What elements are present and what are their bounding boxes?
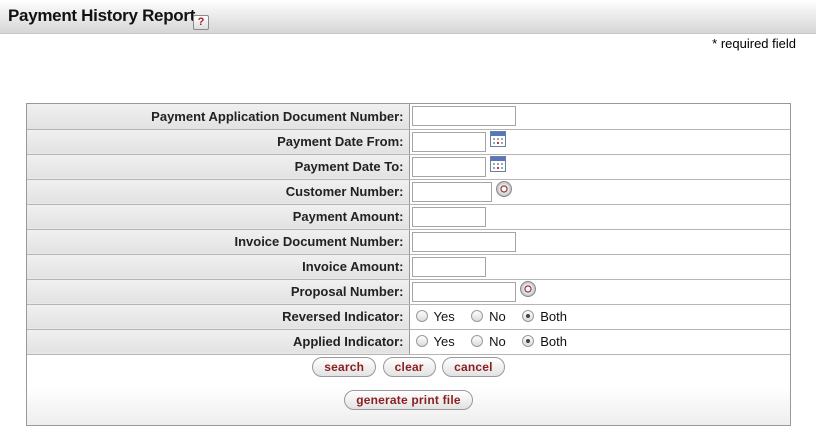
radio-label: Yes [433,308,455,324]
search-icon[interactable] [495,180,512,197]
invoice-document-number-input[interactable] [411,231,516,252]
search-button[interactable]: search [312,356,377,377]
radio-label: No [489,308,506,324]
applied-no-radio[interactable] [471,335,484,348]
radio-label: Both [540,333,567,349]
row-payment-date-to: Payment Date To: [27,154,790,180]
field-label: Invoice Document Number: [27,229,410,255]
field-label: Payment Application Document Number: [27,104,410,130]
radio-label: Both [540,308,567,324]
criteria-table: Payment Application Document Number: Pay… [27,104,790,355]
button-bar: search clear cancel generate print file [27,354,790,425]
field-label: Invoice Amount: [27,254,410,280]
reversed-yes-radio[interactable] [415,310,428,323]
search-icon[interactable] [519,280,536,297]
field-label: Payment Date To: [27,154,410,180]
lookup-criteria-panel: Payment Application Document Number: Pay… [26,103,791,426]
calendar-icon[interactable] [489,130,506,147]
page-title: Payment History Report [8,6,196,25]
row-reversed-indicator: Reversed Indicator: Yes No Both [27,304,790,330]
title-bar: Payment History Report ? [0,0,816,34]
required-field-note: * required field [712,36,796,51]
reversed-no-radio[interactable] [471,310,484,323]
row-payment-date-from: Payment Date From: [27,129,790,155]
clear-button[interactable]: clear [382,356,436,377]
applied-yes-radio[interactable] [415,335,428,348]
reversed-both-radio[interactable] [522,310,535,323]
payment-date-to-input[interactable] [411,156,486,177]
row-proposal-number: Proposal Number: [27,279,790,305]
field-label: Reversed Indicator: [27,304,410,330]
field-label: Payment Date From: [27,129,410,155]
payment-date-from-input[interactable] [411,131,486,152]
field-label: Customer Number: [27,179,410,205]
row-invoice-document-number: Invoice Document Number: [27,229,790,255]
row-invoice-amount: Invoice Amount: [27,254,790,280]
help-icon[interactable]: ? [193,15,209,30]
calendar-icon[interactable] [489,155,506,172]
field-label: Applied Indicator: [27,329,410,355]
applied-both-radio[interactable] [522,335,535,348]
proposal-number-input[interactable] [411,281,516,302]
radio-label: Yes [433,333,455,349]
cancel-button[interactable]: cancel [442,356,505,377]
invoice-amount-input[interactable] [411,256,486,277]
row-customer-number: Customer Number: [27,179,790,205]
customer-number-input[interactable] [411,181,492,202]
payment-amount-input[interactable] [411,206,486,227]
payment-application-document-number-input[interactable] [411,106,516,127]
radio-label: No [489,333,506,349]
field-label: Proposal Number: [27,279,410,305]
field-label: Payment Amount: [27,204,410,230]
row-payment-application-document-number: Payment Application Document Number: [27,104,790,130]
row-payment-amount: Payment Amount: [27,204,790,230]
row-applied-indicator: Applied Indicator: Yes No Both [27,329,790,355]
generate-print-file-button[interactable]: generate print file [344,389,473,410]
